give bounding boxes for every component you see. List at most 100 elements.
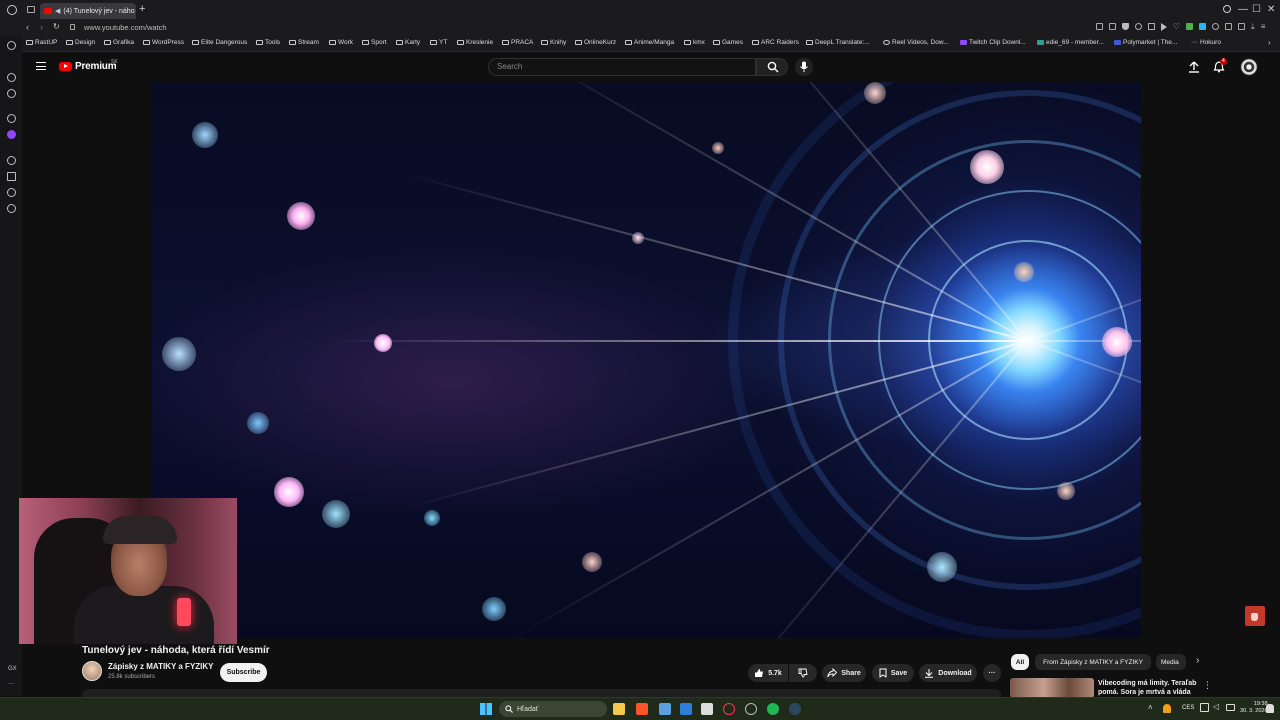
windows-start-icon[interactable] — [480, 703, 492, 715]
extension-icon[interactable] — [1135, 23, 1142, 30]
opera-logo-icon[interactable] — [7, 5, 17, 15]
network-icon[interactable] — [1200, 703, 1209, 712]
taskbar-search[interactable]: Hľadať — [499, 701, 607, 717]
bookmark-item[interactable]: OnlineKurz — [575, 39, 616, 46]
app-icon[interactable] — [745, 703, 757, 715]
video-player[interactable] — [152, 82, 1141, 638]
extension-icon[interactable] — [1238, 23, 1246, 30]
bookmark-item[interactable]: PRACA — [502, 39, 533, 46]
system-clock[interactable]: 19:38 30. 3. 2026 — [1240, 701, 1268, 715]
download-button[interactable]: Download — [919, 664, 977, 682]
reload-icon[interactable]: ↻ — [53, 22, 60, 31]
avatar[interactable] — [1240, 58, 1258, 76]
share-button[interactable]: Share — [822, 664, 866, 682]
download-icon[interactable]: ⤓ — [1251, 23, 1255, 33]
description-box[interactable] — [82, 689, 1001, 697]
maximize-button[interactable]: ☐ — [1252, 4, 1261, 16]
voice-search-button[interactable] — [795, 58, 813, 76]
home-icon[interactable] — [7, 41, 16, 50]
settings-icon[interactable] — [7, 204, 16, 213]
bookmarks-overflow-icon[interactable]: › — [1268, 38, 1271, 47]
youtube-logo[interactable]: Premium — [59, 61, 117, 72]
bookmark-item[interactable]: WordPress — [143, 39, 184, 46]
tray-chevron-icon[interactable]: ˄ — [1148, 703, 1153, 712]
forward-icon[interactable]: › — [40, 22, 43, 32]
search-input[interactable]: Search — [488, 58, 756, 76]
bookmark-item[interactable]: kmx — [684, 39, 705, 46]
chips-next-icon[interactable]: › — [1196, 655, 1199, 666]
bookmark-item[interactable]: Games — [713, 39, 743, 46]
opera-gx-icon[interactable] — [723, 703, 735, 715]
keyboard-language[interactable]: CES — [1182, 705, 1194, 711]
history-icon[interactable] — [7, 188, 16, 197]
volume-icon[interactable]: ◁ — [1213, 702, 1219, 711]
save-button[interactable]: Save — [872, 664, 914, 682]
chip-media[interactable]: Media — [1156, 654, 1186, 670]
close-button[interactable]: ✕ — [1267, 4, 1275, 16]
chip-all[interactable]: All — [1011, 654, 1029, 670]
like-button[interactable]: 5.7k — [748, 664, 788, 682]
more-actions-button[interactable]: ··· — [983, 664, 1001, 682]
tab-youtube[interactable]: ◀ (4) Tunelový jev - náho — [40, 3, 136, 19]
twitch-icon[interactable] — [7, 130, 16, 139]
bookmark-item[interactable]: Stream — [289, 39, 319, 46]
extension-icon[interactable] — [1109, 23, 1116, 30]
notifications-icon[interactable] — [1266, 704, 1274, 713]
bookmark-item[interactable]: YT — [430, 39, 447, 46]
hamburger-menu-icon[interactable] — [36, 62, 46, 70]
aria-icon[interactable] — [7, 73, 16, 82]
mail-icon[interactable] — [680, 703, 692, 715]
player-icon[interactable] — [7, 156, 16, 165]
chip-from-channel[interactable]: From Zápisky z MATIKY a FYZIKY — [1035, 654, 1151, 670]
back-icon[interactable]: ‹ — [26, 22, 29, 32]
extension-icon[interactable] — [1199, 23, 1207, 30]
bookmark-item[interactable]: Anime/Manga — [625, 39, 674, 46]
tray-app-icon[interactable] — [1163, 704, 1171, 713]
bookmark-item[interactable]: Sport — [362, 39, 387, 46]
bookmark-item[interactable]: Karty — [396, 39, 420, 46]
bookmark-item[interactable]: ARC Raiders — [752, 39, 799, 46]
subscribe-button[interactable]: Subscribe — [220, 663, 267, 682]
rail-more-icon[interactable]: ··· — [8, 681, 14, 687]
bookmark-item[interactable]: Kreslenie — [457, 39, 493, 46]
dislike-button[interactable] — [789, 664, 817, 682]
recommendation-thumbnail[interactable] — [1010, 678, 1094, 698]
recommendation-more-icon[interactable]: ⋮ — [1203, 680, 1212, 691]
bookmark-item[interactable]: DeepL Translate:... — [806, 39, 870, 46]
bookmark-item[interactable]: edie_69 - member... — [1037, 39, 1104, 46]
calculator-icon[interactable] — [701, 703, 713, 715]
extension-icon[interactable] — [7, 114, 16, 123]
bookmarks-icon[interactable] — [7, 172, 16, 181]
new-tab-button[interactable]: + — [139, 3, 145, 15]
play-icon[interactable] — [1161, 23, 1167, 31]
bookmark-item[interactable]: Design — [66, 39, 95, 46]
speaker-icon[interactable]: ◀ — [55, 7, 60, 15]
search-button[interactable] — [756, 58, 788, 76]
messenger-icon[interactable] — [7, 89, 16, 98]
heart-icon[interactable]: ♡ — [1173, 23, 1180, 33]
bookmark-item[interactable]: Elite Dangerous — [192, 39, 247, 46]
app-icon[interactable] — [659, 703, 671, 715]
file-explorer-icon[interactable] — [613, 703, 625, 715]
subscribe-watermark-icon[interactable] — [1245, 606, 1265, 626]
steam-icon[interactable] — [789, 703, 801, 715]
bookmark-item[interactable]: Grafika — [104, 39, 134, 46]
bookmark-item[interactable]: Reel Videos, Dow... — [883, 39, 949, 46]
menu-icon[interactable]: ≡ — [1261, 23, 1266, 33]
bookmark-item[interactable]: Knihy — [541, 39, 566, 46]
bookmark-item[interactable]: RastUP — [26, 39, 57, 46]
upload-icon[interactable] — [1188, 61, 1200, 73]
lock-icon[interactable] — [70, 24, 75, 30]
search-tabs-icon[interactable] — [1223, 5, 1231, 13]
bookmark-item[interactable]: Twitch Clip Downl... — [960, 39, 1026, 46]
channel-name[interactable]: Zápisky z MATIKY a FYZIKY — [108, 662, 214, 671]
bookmark-item[interactable]: Polymarket | The... — [1114, 39, 1177, 46]
brave-icon[interactable] — [636, 703, 648, 715]
minimize-button[interactable]: — — [1238, 4, 1248, 16]
recommendation-title[interactable]: Vibecoding má limity. Teraľab pomá. Sora… — [1098, 679, 1198, 697]
bookmark-item[interactable]: Work — [329, 39, 353, 46]
battery-icon[interactable] — [1226, 704, 1235, 711]
bookmark-item[interactable]: Tools — [256, 39, 280, 46]
spotify-icon[interactable] — [767, 703, 779, 715]
extension-icon[interactable] — [1096, 23, 1103, 30]
